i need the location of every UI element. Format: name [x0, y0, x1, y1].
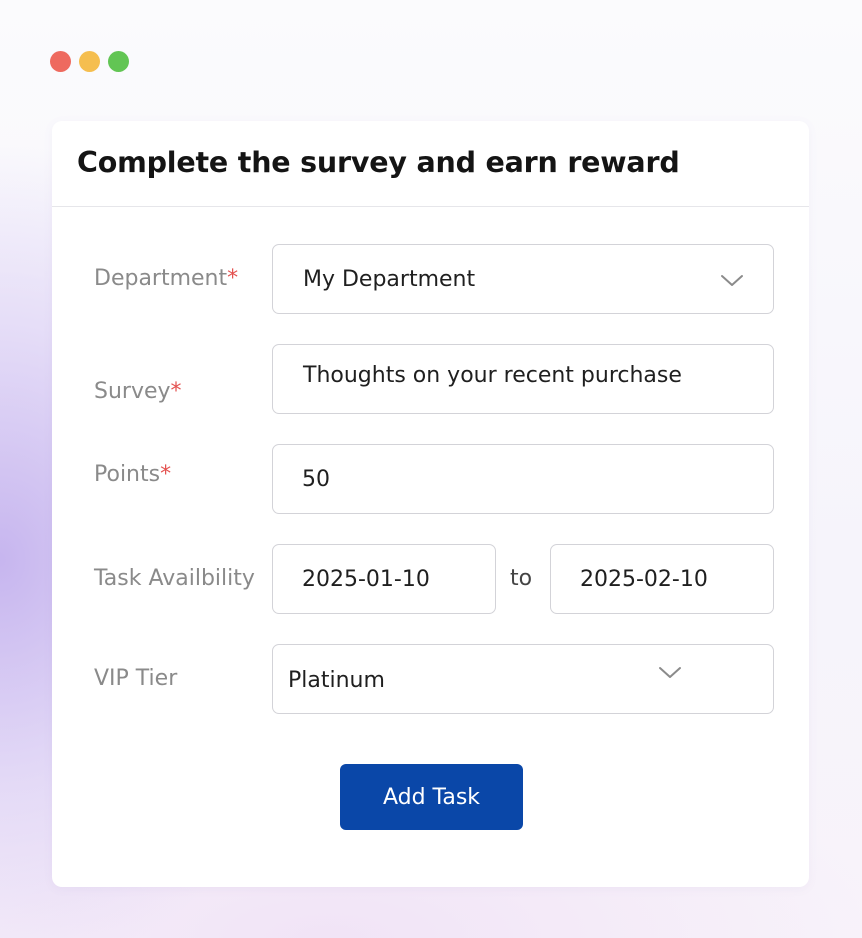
department-label: Department*: [94, 266, 238, 291]
chevron-down-icon: [721, 275, 743, 286]
required-marker: *: [160, 462, 172, 487]
availability-end-date-input[interactable]: 2025-02-10: [550, 544, 774, 614]
vip-tier-select[interactable]: Platinum: [272, 644, 774, 714]
start-date-value: 2025-01-10: [302, 566, 430, 592]
maximize-window-dot[interactable]: [108, 51, 129, 72]
department-label-text: Department: [94, 266, 228, 291]
date-range-separator: to: [510, 566, 533, 591]
department-select-value: My Department: [303, 266, 476, 292]
minimize-window-dot[interactable]: [79, 51, 100, 72]
end-date-value: 2025-02-10: [580, 566, 708, 592]
points-label: Points*: [94, 462, 171, 487]
department-select[interactable]: My Department: [272, 244, 774, 314]
points-input[interactable]: 50: [272, 444, 774, 514]
survey-input-value: Thoughts on your recent purchase: [303, 363, 682, 388]
points-label-text: Points: [94, 462, 161, 487]
vip-tier-label: VIP Tier: [94, 666, 178, 691]
task-form-card: Complete the survey and earn reward Depa…: [52, 121, 809, 887]
survey-label-text: Survey: [94, 379, 171, 404]
window-controls: [50, 51, 129, 72]
survey-input[interactable]: Thoughts on your recent purchase: [272, 344, 774, 414]
form-title: Complete the survey and earn reward: [77, 146, 680, 179]
card-header: Complete the survey and earn reward: [52, 121, 809, 207]
vip-tier-select-value: Platinum: [288, 668, 385, 693]
points-input-value: 50: [302, 466, 330, 492]
availability-label: Task Availbility: [94, 566, 255, 591]
close-window-dot[interactable]: [50, 51, 71, 72]
required-marker: *: [170, 379, 182, 404]
survey-label: Survey*: [94, 379, 182, 404]
chevron-down-icon: [659, 667, 681, 678]
availability-start-date-input[interactable]: 2025-01-10: [272, 544, 496, 614]
add-task-button[interactable]: Add Task: [340, 764, 523, 830]
required-marker: *: [227, 266, 239, 291]
